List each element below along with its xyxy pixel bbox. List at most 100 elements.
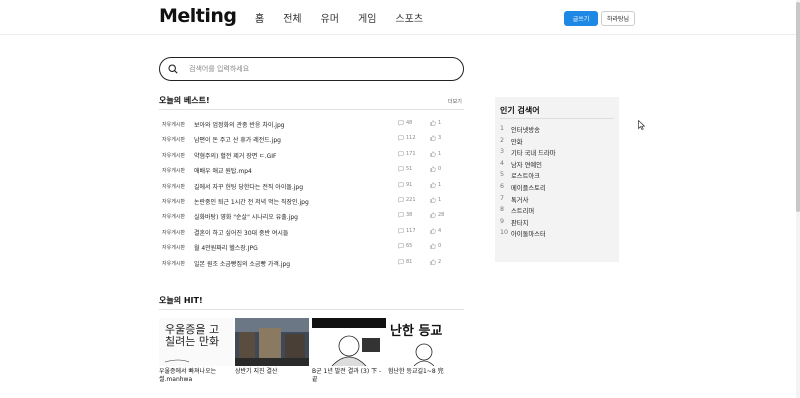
hit-card[interactable]: 난한 등교 험난한 등교길1~8 完 xyxy=(388,318,462,376)
popular-term[interactable]: 톡거사 xyxy=(511,195,528,207)
best-row[interactable]: 자유게시판 논란중인 퇴근 1시간 전 저녁 먹는 직장인.jpg 221 1 xyxy=(159,197,464,212)
user-button[interactable]: 하라탕님 xyxy=(601,11,635,26)
best-row[interactable]: 자유게시판 결혼이 하고 싶어진 30대 중반 여시들 117 4 xyxy=(159,228,464,243)
row-category[interactable]: 자유게시판 xyxy=(162,213,185,220)
like-count: 0 xyxy=(438,166,442,173)
row-title[interactable]: 월 4만원짜리 헬스장.JPG xyxy=(194,243,258,252)
thumbnail-handwriting: 우울증을 고칠려는 만화 xyxy=(165,323,220,348)
nav-game[interactable]: 게임 xyxy=(358,10,376,25)
comment-icon xyxy=(398,212,404,219)
row-comments: 65 xyxy=(398,243,413,250)
hit-caption[interactable]: 우울증에서 빠져나오는 썰.manhwa xyxy=(159,368,233,384)
thumbs-up-icon xyxy=(430,243,436,249)
row-likes: 1 xyxy=(430,120,441,126)
best-row[interactable]: 자유게시판 보아와 엄정화의 관중 반응 차이.jpg 48 1 xyxy=(159,120,464,135)
popular-title: 인기 검색어 xyxy=(500,106,540,115)
best-row[interactable]: 자유게시판 약혐주의) 혈전 제거 장면 ㄷ.GIF 171 1 xyxy=(159,151,464,166)
popular-item[interactable]: 6 메이플스토리 xyxy=(500,183,556,195)
popular-item[interactable]: 9 판타지 xyxy=(500,218,556,230)
popular-term[interactable]: 만화 xyxy=(511,137,523,149)
hit-thumbnail[interactable] xyxy=(235,318,309,366)
comment-icon xyxy=(398,197,404,203)
row-category[interactable]: 자유게시판 xyxy=(162,229,185,236)
row-likes: 28 xyxy=(430,212,444,218)
row-category[interactable]: 자유게시판 xyxy=(162,152,185,159)
best-row[interactable]: 자유게시판 월 4만원짜리 헬스장.JPG 65 0 xyxy=(159,243,464,258)
popular-item[interactable]: 3 기타 국내 드라마 xyxy=(500,148,556,160)
hit-caption[interactable]: 험난한 등교길1~8 完 xyxy=(388,368,462,376)
row-category[interactable]: 자유게시판 xyxy=(162,198,185,205)
best-row[interactable]: 자유게시판 남편이 돈 주고 산 휴가 레전드.jpg 112 3 xyxy=(159,135,464,150)
hit-card[interactable]: B군 1년 발전 결과 (3) 下 - 끝 xyxy=(312,318,386,384)
search-bar[interactable] xyxy=(159,57,464,81)
popular-rank: 4 xyxy=(500,159,505,167)
popular-item[interactable]: 8 스트리머 xyxy=(500,206,556,218)
row-title[interactable]: 결혼이 하고 싶어진 30대 중반 여시들 xyxy=(194,228,288,237)
row-comments: 81 xyxy=(398,259,412,265)
popular-item[interactable]: 4 남자 연예인 xyxy=(500,160,556,172)
comment-count: 91 xyxy=(406,181,413,188)
best-row[interactable]: 자유게시판 길에서 자꾸 헌팅 당한다는 전직 아이돌.jpg 91 1 xyxy=(159,182,464,197)
popular-term[interactable]: 아이돌마스터 xyxy=(511,229,546,241)
popular-item[interactable]: 5 로스트아크 xyxy=(500,171,556,183)
row-category[interactable]: 자유게시판 xyxy=(162,121,185,128)
row-title[interactable]: 논란중인 퇴근 1시간 전 저녁 먹는 직장인.jpg xyxy=(194,197,309,206)
page-scrollbar[interactable] xyxy=(796,0,800,398)
best-row[interactable]: 자유게시판 애배우 애교 원탑.mp4 51 0 xyxy=(159,166,464,181)
popular-term[interactable]: 로스트아크 xyxy=(511,171,540,183)
row-category[interactable]: 자유게시판 xyxy=(162,167,185,174)
popular-term[interactable]: 기타 국내 드라마 xyxy=(511,148,556,160)
nav-home[interactable]: 홈 xyxy=(255,10,264,25)
hit-card[interactable]: 우울증을 고칠려는 만화 우울증에서 빠져나오는 썰.manhwa xyxy=(159,318,233,384)
row-category[interactable]: 자유게시판 xyxy=(162,244,185,251)
row-title[interactable]: 애배우 애교 원탑.mp4 xyxy=(194,166,252,175)
best-row[interactable]: 자유게시판 일본 원조 소금빵집의 소금빵 가격.jpg 81 2 xyxy=(159,259,464,274)
site-logo[interactable]: Melting xyxy=(159,5,237,27)
like-count: 4 xyxy=(438,227,442,234)
row-title[interactable]: 보아와 엄정화의 관중 반응 차이.jpg xyxy=(194,120,285,129)
thumbs-up-icon xyxy=(430,151,436,157)
photo-thumbnail-image xyxy=(235,318,309,366)
hit-caption[interactable]: 상반기 지진 결산 xyxy=(235,368,309,376)
popular-item[interactable]: 7 톡거사 xyxy=(500,195,556,207)
best-more-link[interactable]: 더보기 xyxy=(448,98,462,105)
comment-count: 65 xyxy=(406,243,413,250)
row-title[interactable]: 일본 원조 소금빵집의 소금빵 가격.jpg xyxy=(194,259,290,268)
best-row[interactable]: 자유게시판 실화바탕) 영화 "순살" 시나리오 유출.jpg 38 28 xyxy=(159,212,464,227)
row-category[interactable]: 자유게시판 xyxy=(162,260,185,267)
popular-term[interactable]: 판타지 xyxy=(511,218,528,230)
best-section-title: 오늘의 베스트! xyxy=(159,96,210,105)
popular-term[interactable]: 스트리머 xyxy=(511,206,534,218)
scrollbar-thumb[interactable] xyxy=(796,2,800,212)
comment-icon xyxy=(398,259,404,265)
thumbs-up-icon xyxy=(430,197,436,203)
popular-term[interactable]: 인터넷방송 xyxy=(511,125,540,137)
popular-item[interactable]: 10 아이돌마스터 xyxy=(500,229,556,241)
hit-thumbnail[interactable] xyxy=(312,318,386,366)
hit-thumbnail[interactable]: 우울증을 고칠려는 만화 xyxy=(159,318,233,366)
hit-thumbnail[interactable]: 난한 등교 xyxy=(388,318,462,366)
popular-term[interactable]: 메이플스토리 xyxy=(511,183,546,195)
row-category[interactable]: 자유게시판 xyxy=(162,136,185,143)
nav-humor[interactable]: 유머 xyxy=(321,10,339,25)
search-input[interactable] xyxy=(187,64,431,74)
row-title[interactable]: 약혐주의) 혈전 제거 장면 ㄷ.GIF xyxy=(194,151,276,160)
hit-card[interactable]: 상반기 지진 결산 xyxy=(235,318,309,376)
row-title[interactable]: 실화바탕) 영화 "순살" 시나리오 유출.jpg xyxy=(194,212,298,221)
popular-term[interactable]: 남자 연예인 xyxy=(511,160,542,172)
comment-count: 81 xyxy=(406,258,413,265)
write-button[interactable]: 글쓰기 xyxy=(564,11,598,26)
popular-rank: 1 xyxy=(500,125,505,132)
popular-item[interactable]: 2 만화 xyxy=(500,137,556,149)
thumbs-up-icon xyxy=(430,227,436,234)
comment-count: 51 xyxy=(406,166,413,173)
popular-item[interactable]: 1 인터넷방송 xyxy=(500,125,556,137)
row-category[interactable]: 자유게시판 xyxy=(162,183,185,190)
row-title[interactable]: 길에서 자꾸 헌팅 당한다는 전직 아이돌.jpg xyxy=(194,182,303,191)
hit-caption[interactable]: B군 1년 발전 결과 (3) 下 - 끝 xyxy=(312,368,386,384)
row-title[interactable]: 남편이 돈 주고 산 휴가 레전드.jpg xyxy=(194,135,281,144)
nav-all[interactable]: 전체 xyxy=(283,10,301,25)
divider xyxy=(159,309,464,310)
comment-icon xyxy=(398,228,404,234)
nav-sports[interactable]: 스포츠 xyxy=(395,10,423,25)
